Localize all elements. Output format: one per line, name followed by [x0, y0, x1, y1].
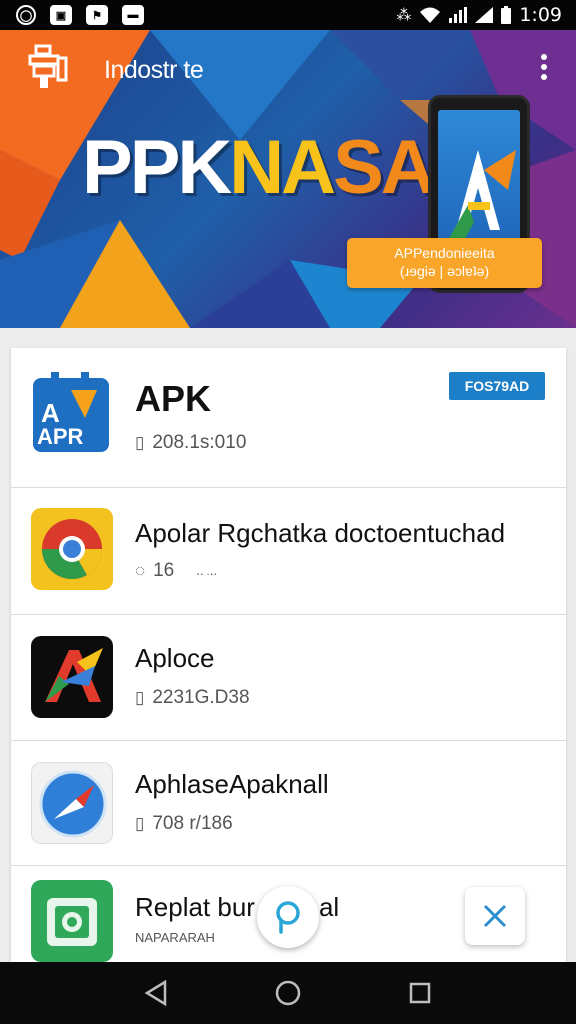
recents-button[interactable] — [400, 973, 440, 1013]
gallery-icon: ▣ — [50, 5, 72, 25]
vibrate-icon: ⁂ — [396, 6, 412, 24]
list-item-apolar[interactable]: Apolar Rgchatka doctoentuchad ◌ 16 ‥ .‥ — [11, 488, 566, 615]
search-button[interactable] — [257, 886, 319, 948]
home-button[interactable] — [268, 973, 308, 1013]
status-badge: FOS79AD — [449, 372, 545, 400]
app-title-replat-head: Replat bur — [135, 892, 255, 922]
battery-icon — [501, 6, 512, 24]
file-icon: ▯ — [135, 433, 145, 452]
signal-icon — [449, 7, 468, 23]
recents-icon — [409, 982, 431, 1004]
app-meta-aploce: ▯ 2231G.D38 — [135, 687, 250, 709]
notification-icons: ◯ ▣ ⚑ ▬ — [16, 5, 144, 25]
app-meta-aphlase: ▯ 708 r/186 — [135, 813, 233, 835]
app-title: Indostr te — [104, 56, 204, 84]
system-icons: ⁂ 1:09 — [396, 4, 562, 26]
compass-icon — [31, 762, 113, 844]
a-logo-icon — [31, 636, 113, 718]
list-item-apk[interactable]: A APR APK ▯ 208.1s:010 FOS79AD — [11, 348, 566, 488]
app-title-apk: APK — [135, 378, 212, 419]
app-title-apolar: Apolar Rgchatka doctoentuchad — [135, 518, 506, 548]
app-meta-replat: NAPARARAH — [135, 930, 215, 945]
navigation-bar — [0, 962, 576, 1024]
whatsapp-icon: ◯ — [16, 5, 36, 25]
app-meta-text: 708 r/186 — [152, 813, 233, 834]
app-meta-text: NAPARARAH — [135, 930, 215, 945]
chrome-icon — [31, 508, 113, 590]
close-icon — [483, 904, 507, 928]
banner-badge: APPendonieeita (ɹɘgiə | əɔlɐʇə) — [347, 238, 542, 288]
header-banner: Indostr te PPKNASA APPendonieeita (ɹɘgiə… — [0, 30, 576, 328]
app-meta-extra: ‥ .‥ — [196, 565, 218, 578]
hero-title-part1: PPK — [82, 125, 232, 210]
back-icon — [144, 980, 167, 1006]
app-title-aploce: Aploce — [135, 643, 215, 673]
file-icon: ▯ — [135, 688, 145, 707]
app-meta-text: 16 — [153, 560, 175, 581]
svg-text:APR: APR — [37, 424, 84, 449]
apk-logo-icon: A APR — [31, 372, 113, 454]
banner-badge-line1: APPendonieeita — [394, 245, 495, 261]
banner-badge-line2: (ɹɘgiə | əɔlɐʇə) — [399, 263, 490, 279]
app-list: A APR APK ▯ 208.1s:010 FOS79AD Apolar Rg… — [11, 348, 566, 962]
app-meta-apk: ▯ 208.1s:010 — [135, 432, 246, 454]
app-title-replat-tail: al — [318, 892, 340, 922]
app-meta-apolar: ◌ 16 ‥ .‥ — [135, 560, 217, 582]
camera-app-icon — [31, 880, 113, 962]
flag-icon: ⚑ — [86, 5, 108, 25]
close-button[interactable] — [465, 887, 525, 945]
message-icon: ▬ — [122, 5, 144, 25]
overflow-menu-icon[interactable] — [534, 52, 554, 82]
status-bar: ◯ ▣ ⚑ ▬ ⁂ 1:09 — [0, 0, 576, 30]
file-icon: ▯ — [135, 814, 145, 833]
back-button[interactable] — [136, 973, 176, 1013]
signal-icon — [475, 7, 494, 23]
hero-title-part3: SA — [333, 125, 436, 210]
list-item-aploce[interactable]: Aploce ▯ 2231G.D38 — [11, 615, 566, 741]
app-meta-text: 2231G.D38 — [152, 687, 250, 708]
status-time: 1:09 — [519, 4, 562, 26]
search-icon — [276, 901, 300, 934]
comment-icon: ◌ — [135, 561, 146, 580]
home-icon — [275, 980, 301, 1006]
list-item-aphlase[interactable]: AphlaseApaknall ▯ 708 r/186 — [11, 741, 566, 866]
hero-title: PPKNASA — [82, 130, 436, 206]
app-title-aphlase: AphlaseApaknall — [135, 769, 329, 799]
wifi-icon — [420, 7, 441, 23]
hero-title-part2: NA — [229, 125, 336, 210]
app-logo-icon — [28, 44, 68, 88]
app-meta-text: 208.1s:010 — [152, 432, 247, 453]
